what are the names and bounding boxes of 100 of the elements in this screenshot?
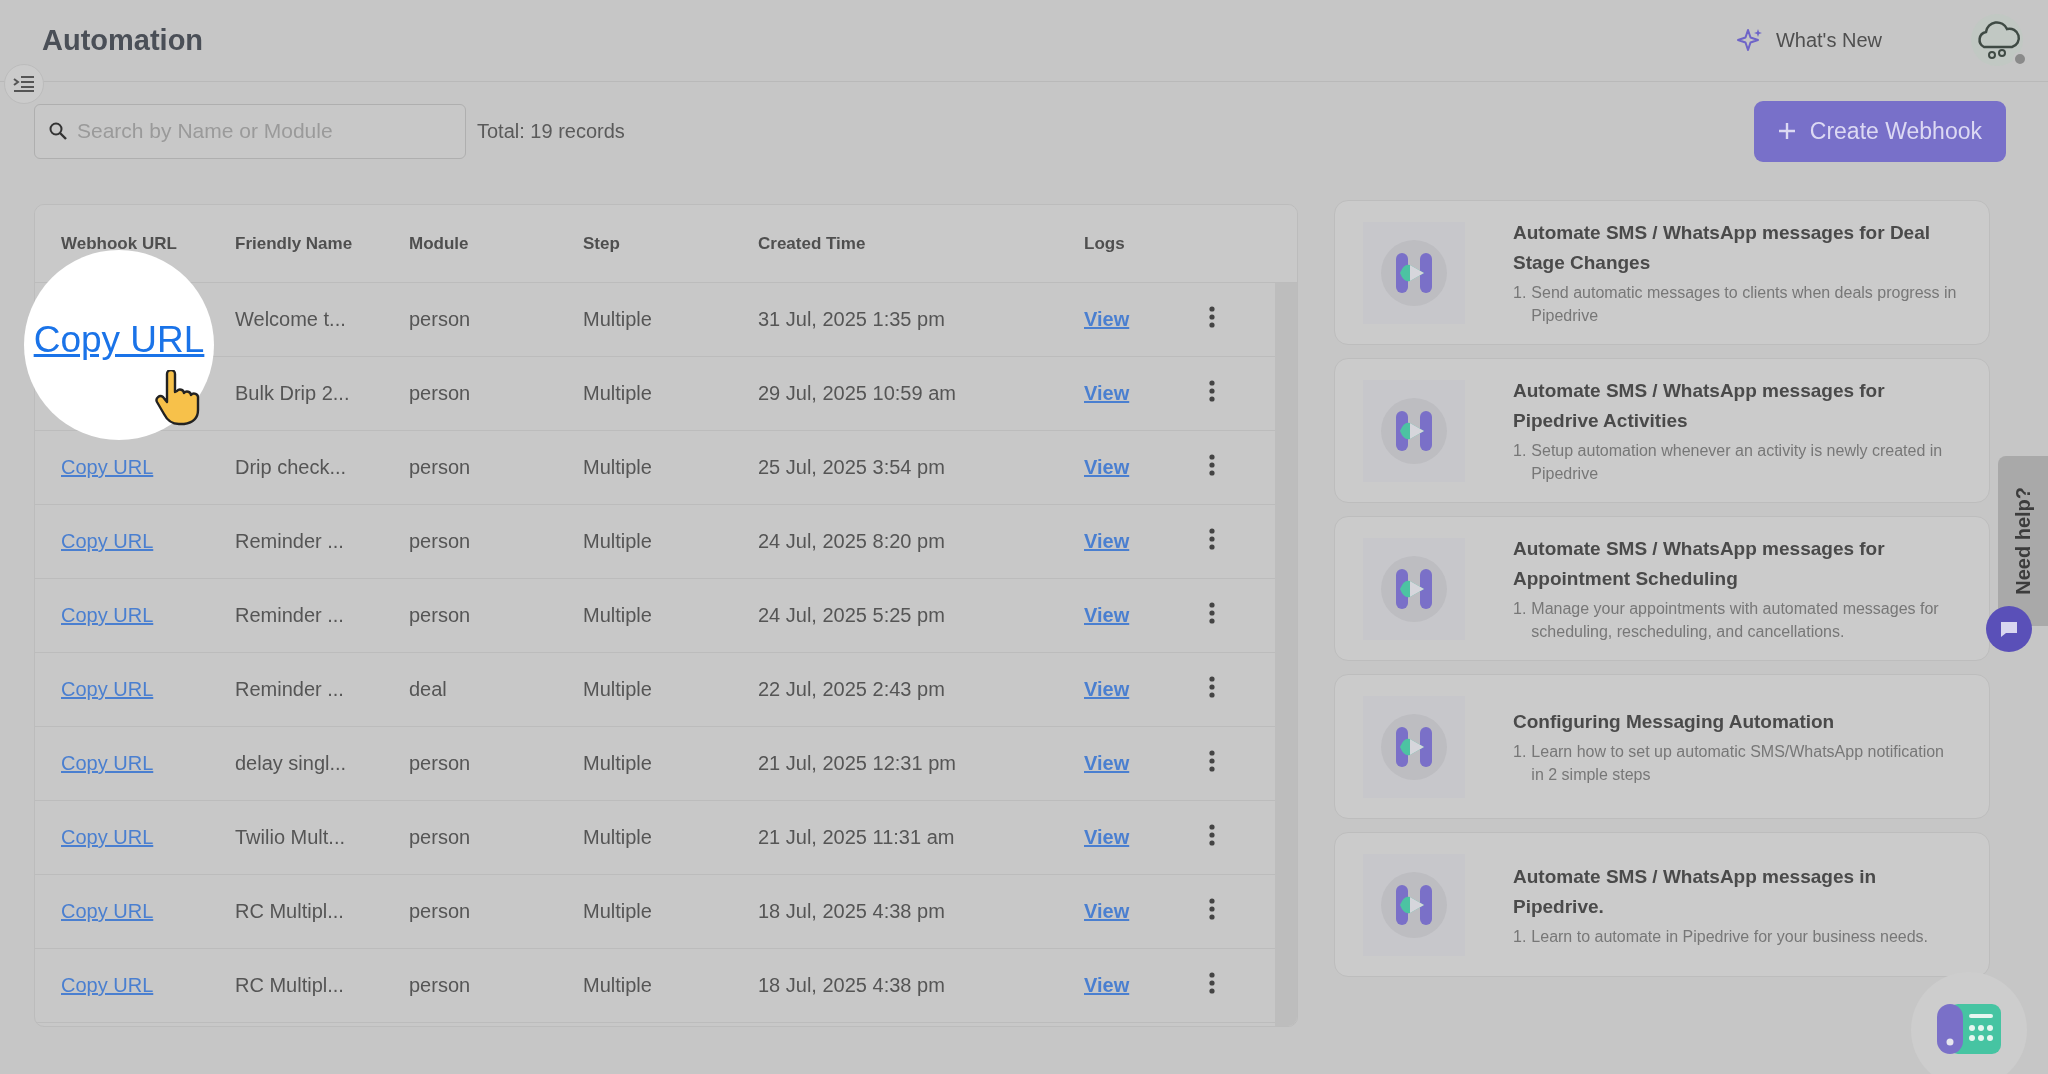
table-cell-text: 25 Jul, 2025 3:54 pm [758,456,946,479]
view-logs-link[interactable]: View [1084,900,1130,922]
video-thumbnail[interactable] [1363,853,1465,956]
record-count: Total: 19 records [477,119,626,143]
table-cell-text: Bulk Drip 2... [235,382,351,405]
create-webhook-button[interactable]: Create Webhook [1753,100,2006,162]
view-logs-link[interactable]: View [1084,382,1130,404]
step-number: 1. [1513,599,1527,619]
table-cell-text: Twilio Mult... [235,826,347,849]
step-number: 1. [1513,742,1527,762]
guide-step: Setup automation whenever an activity is newly created in Pipedrive [1531,439,1959,485]
page-title: Automation [42,24,205,57]
table-cell-text: Multiple [583,456,653,479]
sidebar-toggle-button[interactable] [4,64,44,104]
play-logo-icon [1394,250,1434,295]
whats-new-button[interactable]: What's New [1735,26,1882,55]
table-cell-text: Multiple [583,678,653,701]
table-cell-text: Multiple [583,308,653,331]
play-logo-icon [1394,724,1434,769]
guide-title: Automate SMS / WhatsApp messages in Pipedrive. [1513,864,1878,919]
column-header: Logs [1084,233,1126,254]
table-cell-text: Multiple [583,752,653,775]
table-cell-text: Multiple [583,382,653,405]
view-logs-link[interactable]: View [1084,678,1130,700]
table-cell-text: Drip check... [235,456,348,479]
step-number: 1. [1513,283,1527,303]
copy-url-link[interactable]: Copy URL [61,752,154,774]
more-options-icon[interactable] [1209,750,1215,772]
copy-url-link[interactable]: Copy URL [33,319,205,361]
guide-title: Automate SMS / WhatsApp messages for Deal Stage Changes [1513,221,1932,275]
more-options-icon[interactable] [1209,454,1215,476]
table-cell-text: Multiple [583,974,653,997]
need-help-tab[interactable]: Need help? [1998,456,2048,626]
copy-url-link[interactable]: Copy URL [61,826,154,848]
table-cell-text: 22 Jul, 2025 2:43 pm [758,678,946,701]
table-cell-text: Reminder ... [235,604,345,627]
video-thumbnail[interactable] [1363,695,1465,798]
table-cell-text: 18 Jul, 2025 4:38 pm [758,974,946,997]
table-cell-text: Multiple [583,826,653,849]
view-logs-link[interactable]: View [1084,308,1130,330]
step-number: 1. [1513,441,1527,461]
chat-bubble-icon [1999,619,2019,639]
copy-url-link[interactable]: Copy URL [61,974,154,996]
more-options-icon[interactable] [1209,676,1215,698]
more-options-icon[interactable] [1209,898,1215,920]
plus-icon [1777,122,1796,140]
guide-step: Learn to automate in Pipedrive for your business needs. [1531,924,1929,948]
table-cell-text: person [409,530,472,553]
table-cell-text: RC Multipl... [235,974,345,997]
table-cell-text: person [409,900,472,923]
column-header: Step [583,233,621,254]
copy-url-link[interactable]: Copy URL [61,530,154,552]
table-cell-text: person [409,308,472,331]
table-cell-text: person [409,974,472,997]
view-logs-link[interactable]: View [1084,530,1130,552]
table-cell-text: Reminder ... [235,678,345,701]
guide-title: Automate SMS / WhatsApp messages for Appointment Scheduling [1513,537,1886,591]
guide-title: Automate SMS / WhatsApp messages for Pipedrive Activities [1513,379,1886,433]
table-cell-text: 24 Jul, 2025 5:25 pm [758,604,946,627]
copy-url-link[interactable]: Copy URL [61,604,154,626]
table-cell-text: 18 Jul, 2025 4:38 pm [758,900,946,923]
view-logs-link[interactable]: View [1084,826,1130,848]
guide-title: Configuring Messaging Automation [1513,710,1836,734]
more-options-icon[interactable] [1209,380,1215,402]
guide-step: Learn how to set up automatic SMS/WhatsApp notification in 2 simple steps [1531,740,1959,786]
more-options-icon[interactable] [1209,306,1215,328]
more-options-icon[interactable] [1209,824,1215,846]
play-logo-icon [1394,408,1434,453]
table-cell-text: Welcome t... [235,308,347,331]
more-options-icon[interactable] [1209,602,1215,624]
play-logo-icon [1394,566,1434,611]
video-thumbnail[interactable] [1363,221,1465,324]
table-cell-text: person [409,752,472,775]
more-options-icon[interactable] [1209,528,1215,550]
view-logs-link[interactable]: View [1084,456,1130,478]
table-cell-text: person [409,826,472,849]
view-logs-link[interactable]: View [1084,604,1130,626]
indent-list-icon [13,75,35,93]
video-thumbnail[interactable] [1363,379,1465,482]
column-header: Friendly Name [235,233,354,254]
more-options-icon[interactable] [1209,972,1215,994]
chat-button[interactable] [1986,606,2032,652]
step-number: 1. [1513,926,1527,947]
table-cell-text: 29 Jul, 2025 10:59 am [758,382,957,405]
play-logo-icon [1394,882,1434,927]
table-cell-text: RC Multipl... [235,900,345,923]
view-logs-link[interactable]: View [1084,974,1130,996]
copy-url-link[interactable]: Copy URL [61,678,154,700]
view-logs-link[interactable]: View [1084,752,1130,774]
table-cell-text: 24 Jul, 2025 8:20 pm [758,530,946,553]
copy-url-link[interactable]: Copy URL [61,456,154,478]
guide-step: Send automatic messages to clients when deals progress in Pipedrive [1531,281,1959,327]
column-header: Module [409,233,470,254]
copy-url-link[interactable]: Copy URL [61,900,154,922]
phone-keypad-icon [1937,1004,2001,1054]
video-thumbnail[interactable] [1363,537,1465,640]
table-cell-text: 21 Jul, 2025 11:31 am [758,826,956,849]
table-cell-text: Multiple [583,900,653,923]
table-cell-text: person [409,456,472,479]
table-cell-text: person [409,382,472,405]
